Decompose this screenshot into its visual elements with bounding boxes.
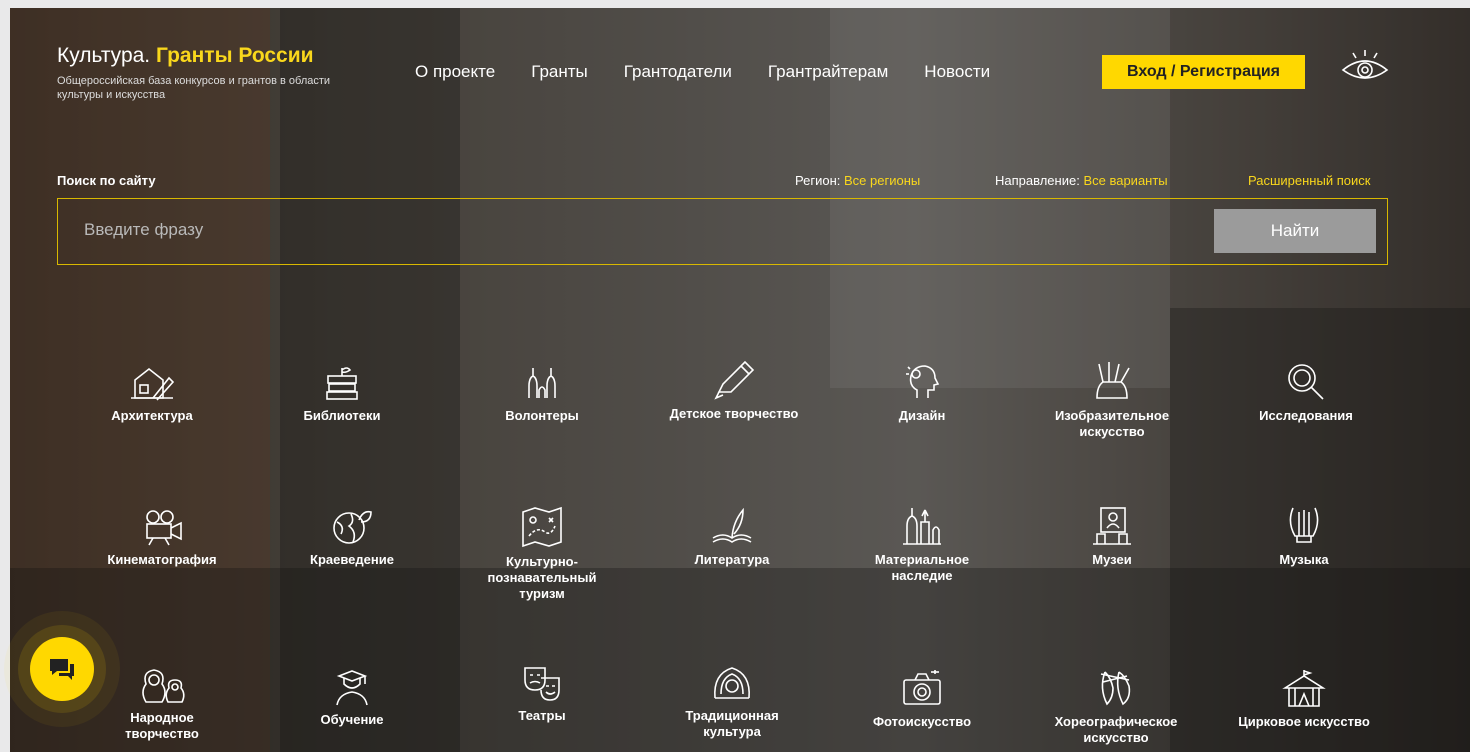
chat-bubble-icon xyxy=(48,656,76,687)
nav-grants[interactable]: Гранты xyxy=(531,62,588,82)
category-label: Кинематография xyxy=(107,552,217,567)
page: Культура. Гранты России Общероссийская б… xyxy=(0,0,1470,752)
graduate-icon xyxy=(282,668,422,710)
category-label: Дизайн xyxy=(898,408,946,423)
category-label: Литература xyxy=(694,552,770,567)
category-label: Цирковое искусство xyxy=(1238,714,1370,729)
search-input[interactable] xyxy=(82,219,986,241)
category-label: Музеи xyxy=(1092,552,1132,567)
category-label: Традиционная культура xyxy=(685,708,779,739)
category-label: Изобразительное искусство xyxy=(1054,408,1170,439)
direction-value[interactable]: Все варианты xyxy=(1083,173,1167,188)
category-design[interactable]: Дизайн xyxy=(852,360,992,424)
region-value[interactable]: Все регионы xyxy=(844,173,920,188)
category-label: Культурно-познавательный туризм xyxy=(487,554,597,601)
nav-about[interactable]: О проекте xyxy=(415,62,495,82)
category-tourism[interactable]: Культурно-познавательный туризм xyxy=(472,504,612,602)
category-label: Краеведение xyxy=(310,552,394,567)
magnifier-icon xyxy=(1236,360,1376,406)
pointe-shoes-icon xyxy=(1046,668,1186,712)
direction-filter[interactable]: Направление: Все варианты xyxy=(995,173,1168,188)
category-education[interactable]: Обучение xyxy=(282,668,422,728)
region-filter[interactable]: Регион: Все регионы xyxy=(795,173,920,188)
category-label: Фотоискусство xyxy=(872,714,972,729)
site-title: Культура. Гранты России xyxy=(57,44,357,68)
theatre-masks-icon xyxy=(472,664,612,706)
advanced-search-link[interactable]: Расширенный поиск xyxy=(1248,173,1370,188)
region-label: Регион: xyxy=(795,173,841,188)
circus-tent-icon xyxy=(1234,668,1374,712)
category-label: Библиотеки xyxy=(303,408,381,423)
nav-grantors[interactable]: Грантодатели xyxy=(624,62,732,82)
chat-button[interactable] xyxy=(30,637,94,701)
search-button[interactable]: Найти xyxy=(1214,209,1376,253)
category-label: Материальное наследие xyxy=(874,552,970,583)
category-literature[interactable]: Литература xyxy=(662,507,802,568)
main-nav: О проекте Гранты Грантодатели Грантрайте… xyxy=(415,62,1026,82)
category-heritage[interactable]: Материальное наследие xyxy=(852,504,992,584)
search-box: Найти xyxy=(57,198,1388,265)
kokoshnik-icon xyxy=(662,664,802,706)
museum-frame-icon xyxy=(1042,504,1182,550)
category-photography[interactable]: Фотоискусство xyxy=(852,668,992,730)
category-research[interactable]: Исследования xyxy=(1236,360,1376,424)
category-fine-arts[interactable]: Изобразительное искусство xyxy=(1042,360,1182,440)
category-cinema[interactable]: Кинематография xyxy=(92,508,232,568)
direction-label: Направление: xyxy=(995,173,1080,188)
category-traditional-culture[interactable]: Традиционная культура xyxy=(662,664,802,740)
raised-hands-icon xyxy=(472,364,612,406)
category-theatres[interactable]: Театры xyxy=(472,664,612,724)
category-music[interactable]: Музыка xyxy=(1234,504,1374,568)
category-label: Музыка xyxy=(1279,552,1329,567)
category-children-art[interactable]: Детское творчество xyxy=(664,358,804,422)
category-folk-art[interactable]: Народное творчество xyxy=(92,668,232,742)
category-label: Народное творчество xyxy=(125,710,199,741)
category-label: Обучение xyxy=(320,712,384,727)
site-subtitle: Общероссийская база конкурсов и грантов … xyxy=(57,75,331,101)
photo-camera-icon xyxy=(852,668,992,712)
category-architecture[interactable]: Архитектура xyxy=(82,364,222,424)
category-volunteers[interactable]: Волонтеры xyxy=(472,364,612,424)
globe-leaf-icon xyxy=(282,508,422,550)
category-local-history[interactable]: Краеведение xyxy=(282,508,422,568)
eye-icon[interactable] xyxy=(1340,48,1390,88)
category-label: Волонтеры xyxy=(505,408,579,423)
nav-grantwriters[interactable]: Грантрайтерам xyxy=(768,62,888,82)
category-label: Архитектура xyxy=(111,408,193,423)
category-label: Детское творчество xyxy=(669,406,799,421)
category-label: Театры xyxy=(518,708,566,723)
matryoshka-icon xyxy=(92,668,232,708)
map-icon xyxy=(472,504,612,552)
film-camera-icon xyxy=(92,508,232,550)
lightbulb-head-icon xyxy=(852,360,992,406)
quill-book-icon xyxy=(662,507,802,550)
category-choreography[interactable]: Хореографическое искусство xyxy=(1046,668,1186,746)
category-label: Исследования xyxy=(1259,408,1353,423)
nav-news[interactable]: Новости xyxy=(924,62,990,82)
crayon-icon xyxy=(664,358,804,404)
site-title-accent: Гранты России xyxy=(155,44,314,67)
site-logo[interactable]: Культура. Гранты России Общероссийская б… xyxy=(57,44,357,102)
architecture-icon xyxy=(82,364,222,406)
login-button[interactable]: Вход / Регистрация xyxy=(1102,55,1305,89)
search-label: Поиск по сайту xyxy=(57,173,156,188)
category-circus[interactable]: Цирковое искусство xyxy=(1234,668,1374,730)
kremlin-icon xyxy=(852,504,992,550)
lyre-icon xyxy=(1234,504,1374,550)
category-libraries[interactable]: Библиотеки xyxy=(272,364,412,424)
category-museums[interactable]: Музеи xyxy=(1042,504,1182,568)
site-title-plain: Культура. xyxy=(57,44,156,67)
category-label: Хореографическое искусство xyxy=(1054,714,1178,745)
brushes-icon xyxy=(1042,360,1182,406)
books-icon xyxy=(272,364,412,406)
